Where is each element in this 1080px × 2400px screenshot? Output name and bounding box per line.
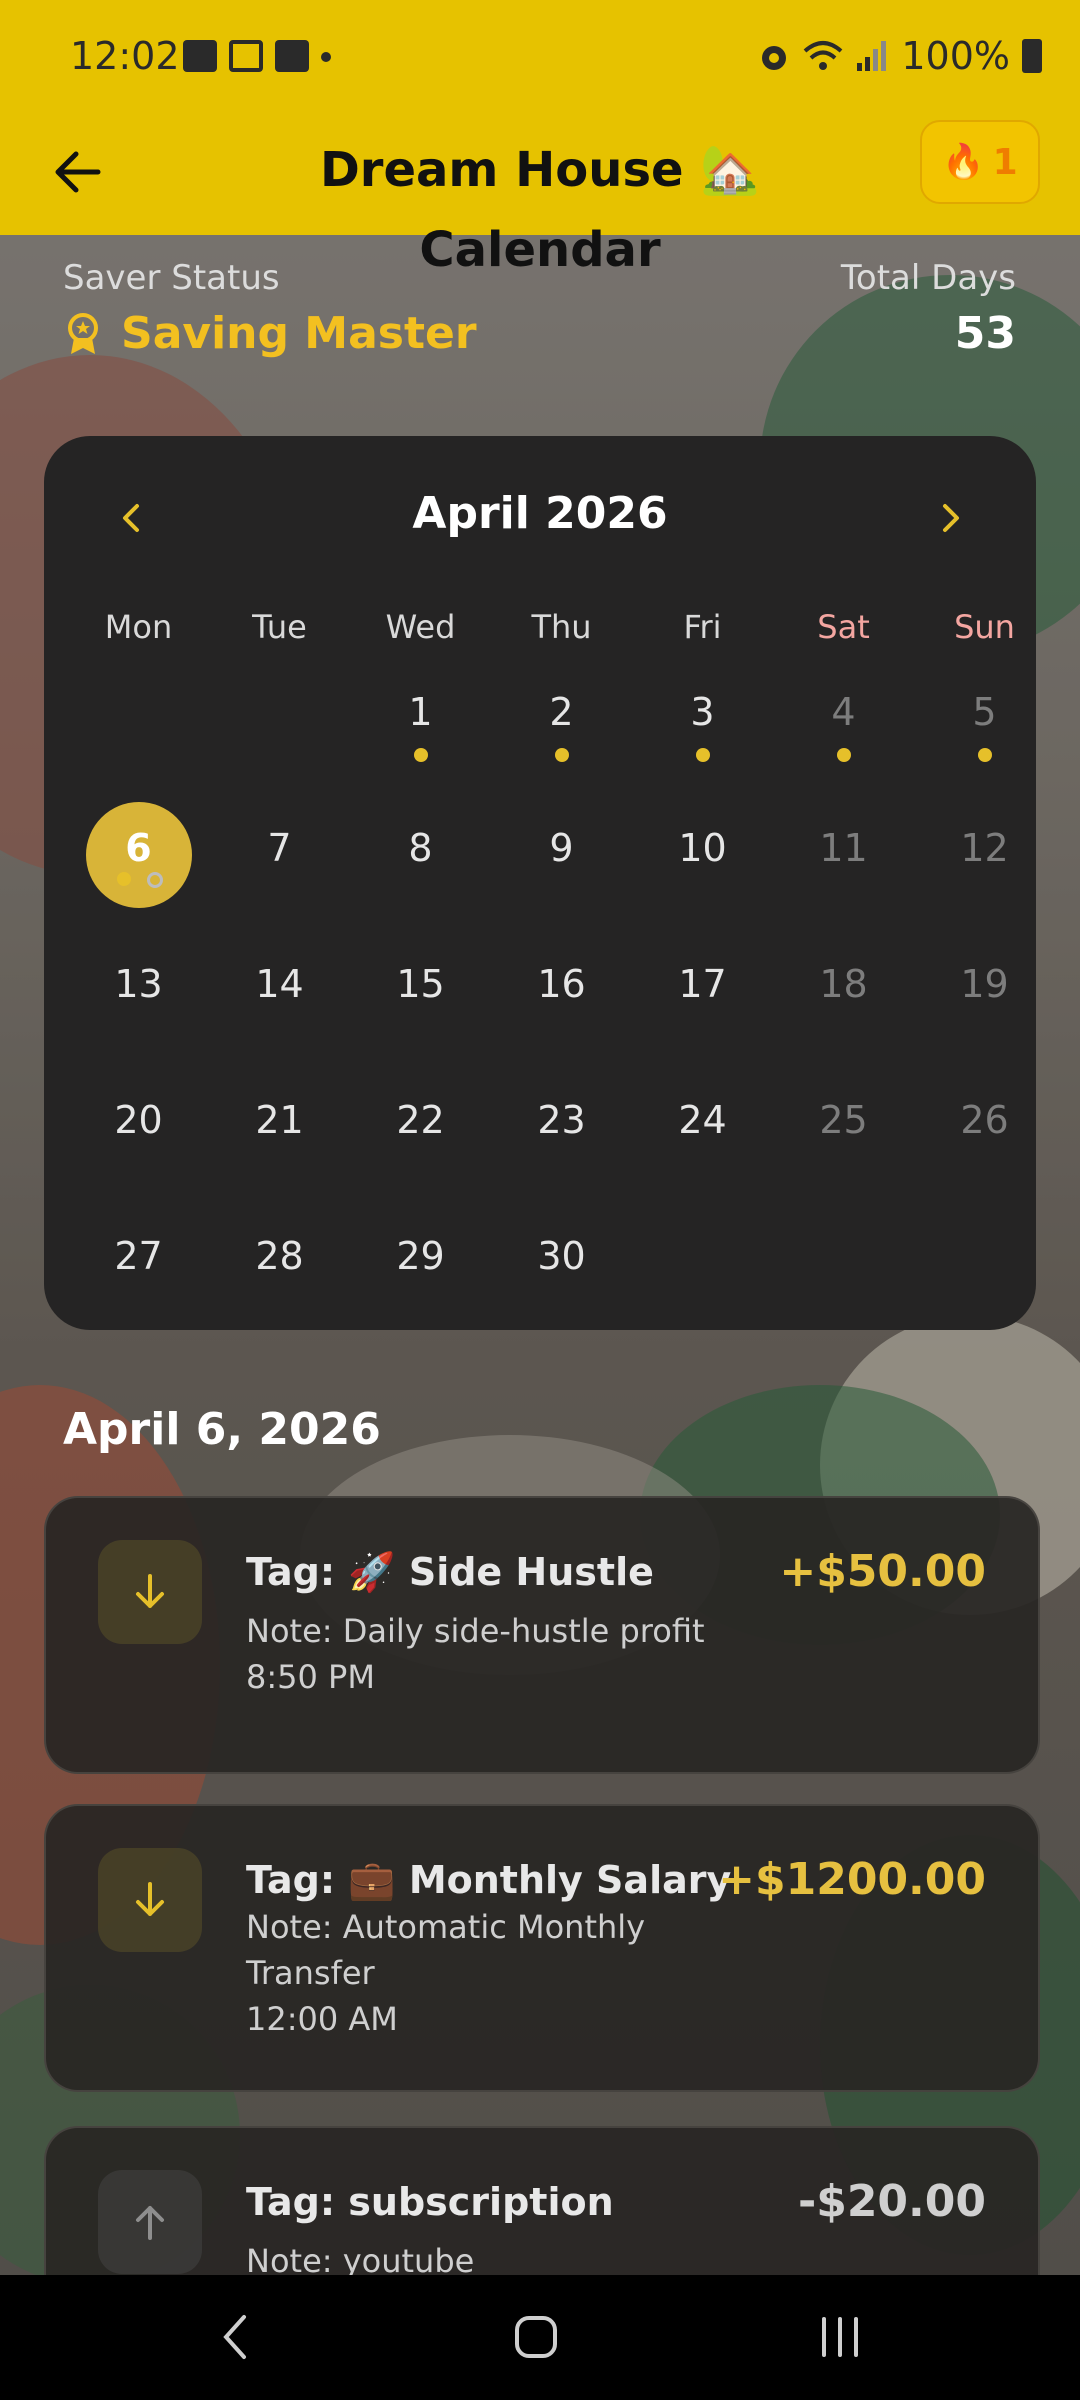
calendar-day-26[interactable]: 26	[914, 1098, 1055, 1142]
calendar-card: April 2026 Mon Tue Wed Thu Fri Sat Sun 1234567…	[44, 436, 1036, 1330]
status-bar: 12:02 100%	[0, 0, 1080, 120]
nav-home-icon[interactable]	[506, 2307, 566, 2367]
calendar-day-20[interactable]: 20	[68, 1098, 209, 1142]
transaction-amount: +$50.00	[779, 1546, 986, 1597]
calendar-day-22[interactable]: 22	[350, 1098, 491, 1142]
gmail-notification-icon	[229, 40, 263, 72]
transaction-tag: Tag: 💼 Monthly Salary	[246, 1858, 732, 1902]
calendar-day-30[interactable]: 30	[491, 1234, 632, 1278]
calendar-day-25[interactable]: 25	[773, 1098, 914, 1142]
entry-marker	[554, 748, 569, 762]
secondary-entry-marker	[146, 872, 163, 888]
calendar-day-13[interactable]: 13	[68, 962, 209, 1006]
system-icons: 100%	[757, 34, 1042, 78]
income-icon-box	[98, 1848, 202, 1952]
calendar-day-27[interactable]: 27	[68, 1234, 209, 1278]
signal-icon	[857, 41, 887, 71]
calendar-day-14[interactable]: 14	[209, 962, 350, 1006]
entry-marker	[695, 748, 710, 762]
weekday-label: Thu	[531, 608, 592, 646]
calendar-day-28[interactable]: 28	[209, 1234, 350, 1278]
calendar-day-1[interactable]: 1	[350, 690, 491, 734]
entry-marker	[413, 748, 428, 762]
transaction-amount: -$20.00	[797, 2176, 986, 2227]
calendar-day-6[interactable]: 6	[68, 826, 209, 870]
saver-status: Saving Master	[63, 308, 477, 359]
transaction-note: Note: Daily side-hustle profit	[246, 1612, 705, 1650]
system-nav-bar	[0, 2275, 1080, 2400]
transaction-amount: +$1200.00	[718, 1854, 986, 1905]
calendar-day-9[interactable]: 9	[491, 826, 632, 870]
calendar-day-23[interactable]: 23	[491, 1098, 632, 1142]
arrow-up-icon	[136, 2206, 164, 2240]
calendar-day-5[interactable]: 5	[914, 690, 1055, 734]
calendar-day-24[interactable]: 24	[632, 1098, 773, 1142]
total-days-value: 53	[954, 308, 1016, 359]
image-notification-icon	[183, 40, 217, 72]
arrow-down-icon	[136, 1574, 164, 1608]
award-icon	[68, 312, 98, 354]
calendar-day-29[interactable]: 29	[350, 1234, 491, 1278]
calendar-notification-icon	[275, 40, 309, 72]
more-notifications-dot	[321, 52, 331, 62]
transaction-tag: Tag: 🚀 Side Hustle	[246, 1550, 654, 1594]
nav-back-icon[interactable]	[206, 2307, 266, 2367]
top-bar: 12:02 100% Dream House 🏡 Calendar 🔥 1	[0, 0, 1080, 278]
transaction-time: 8:50 PM	[246, 1658, 375, 1696]
month-label: April 2026	[412, 488, 668, 539]
app-bar: Dream House 🏡 Calendar 🔥 1	[0, 120, 1080, 278]
saver-status-value: Saving Master	[121, 308, 477, 359]
calendar-day-3[interactable]: 3	[632, 690, 773, 734]
entry-marker	[836, 748, 851, 762]
calendar-day-17[interactable]: 17	[632, 962, 773, 1006]
income-icon-box	[98, 1540, 202, 1644]
weekday-label: Sat	[817, 608, 870, 646]
weekday-label: Tue	[252, 608, 307, 646]
back-arrow-icon[interactable]	[48, 142, 108, 202]
saver-status-label: Saver Status	[63, 258, 280, 298]
total-days-label: Total Days	[840, 258, 1016, 298]
calendar-day-10[interactable]: 10	[632, 826, 773, 870]
entry-marker	[116, 872, 131, 886]
weekday-label: Mon	[104, 608, 173, 646]
calendar-day-4[interactable]: 4	[773, 690, 914, 734]
weekday-label: Sun	[954, 608, 1015, 646]
weekday-label: Fri	[683, 608, 722, 646]
notification-icons	[183, 40, 331, 72]
calendar-day-7[interactable]: 7	[209, 826, 350, 870]
weekday-label: Wed	[385, 608, 456, 646]
transaction-note-cont: Transfer	[246, 1954, 375, 1992]
calendar-day-11[interactable]: 11	[773, 826, 914, 870]
nav-recents-icon[interactable]	[810, 2307, 870, 2367]
streak-badge[interactable]: 🔥 1	[920, 120, 1040, 204]
calendar-day-19[interactable]: 19	[914, 962, 1055, 1006]
expense-icon-box	[98, 2170, 202, 2274]
transaction-tag: Tag: subscription	[246, 2180, 614, 2224]
calendar-day-12[interactable]: 12	[914, 826, 1055, 870]
flame-icon: 🔥	[942, 142, 985, 182]
transaction-card[interactable]: Tag: 🚀 Side Hustle +$50.00 Note: Daily s…	[44, 1496, 1040, 1774]
alarm-icon	[762, 46, 787, 70]
status-time: 12:02	[70, 34, 180, 78]
calendar-day-21[interactable]: 21	[209, 1098, 350, 1142]
calendar-day-2[interactable]: 2	[491, 690, 632, 734]
arrow-down-icon	[136, 1882, 164, 1916]
battery-icon	[1022, 39, 1042, 73]
calendar-day-8[interactable]: 8	[350, 826, 491, 870]
calendar-day-16[interactable]: 16	[491, 962, 632, 1006]
page-title: Dream House 🏡 Calendar	[319, 142, 761, 278]
streak-count: 1	[992, 141, 1018, 183]
transaction-time: 12:00 AM	[246, 2000, 398, 2038]
battery-percent: 100%	[901, 34, 1010, 78]
transaction-note: Note: Automatic Monthly	[246, 1908, 646, 1946]
chevron-right-icon[interactable]	[928, 496, 972, 540]
wifi-icon	[804, 41, 843, 70]
calendar-day-18[interactable]: 18	[773, 962, 914, 1006]
entry-marker	[977, 748, 992, 762]
selected-date-heading: April 6, 2026	[63, 1404, 381, 1455]
calendar-day-15[interactable]: 15	[350, 962, 491, 1006]
transaction-card[interactable]: Tag: 💼 Monthly Salary +$1200.00 Note: Au…	[44, 1804, 1040, 2092]
